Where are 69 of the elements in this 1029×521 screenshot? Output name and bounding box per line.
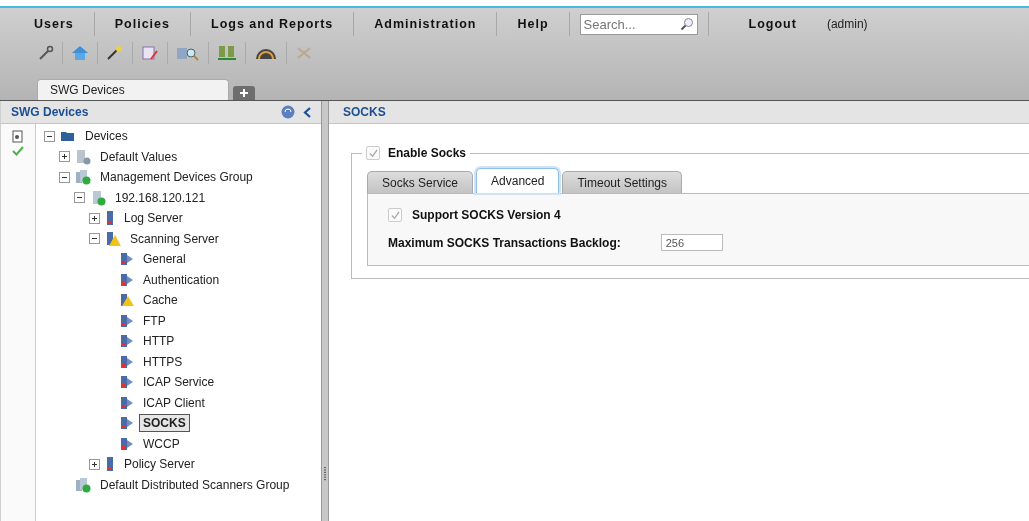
search-field[interactable]: Search... <box>579 13 698 35</box>
tree-item[interactable]: ICAP Service <box>139 373 219 392</box>
module-icon <box>120 416 134 431</box>
panel-title: SWG Devices <box>11 105 90 119</box>
tab[interactable]: Timeout Settings <box>562 171 682 193</box>
module-icon <box>120 395 134 410</box>
menu-item[interactable]: Policies <box>94 12 191 36</box>
module-icon <box>120 334 134 349</box>
tree-item[interactable]: Cache <box>139 291 182 310</box>
checkbox-label: Enable Socks <box>388 146 467 160</box>
document-icon[interactable] <box>12 130 24 143</box>
module-icon <box>120 272 134 287</box>
expand-icon[interactable] <box>59 151 70 163</box>
menu-item[interactable]: Administration <box>354 12 498 36</box>
server-group-ok-icon <box>75 169 91 186</box>
collapse-icon[interactable] <box>89 233 100 245</box>
collapse-icon[interactable] <box>59 171 70 183</box>
collapse-panel-icon[interactable] <box>303 106 311 118</box>
tree-item[interactable]: HTTPS <box>139 352 187 371</box>
tree-item[interactable]: Policy Server <box>120 455 199 474</box>
tree-item[interactable]: Management Devices Group <box>96 168 257 187</box>
tree-item[interactable]: HTTP <box>139 332 179 351</box>
server-icon <box>105 456 115 473</box>
tree-item[interactable]: Default Distributed Scanners Group <box>96 475 294 494</box>
expand-icon[interactable] <box>89 458 100 470</box>
logout-link[interactable]: Logout <box>707 12 817 36</box>
tree-item[interactable]: Authentication <box>139 270 224 289</box>
module-icon <box>120 375 134 390</box>
module-icon <box>120 436 134 451</box>
plus-icon <box>240 89 248 97</box>
tree-item[interactable]: Devices <box>81 127 132 146</box>
tree-item[interactable]: SOCKS <box>139 414 190 433</box>
add-tab-button[interactable] <box>233 86 255 100</box>
checkbox-label: Support SOCKS Version 4 <box>412 208 561 222</box>
server-gear-icon <box>75 148 91 165</box>
tab[interactable]: Socks Service <box>367 171 474 193</box>
tree-item[interactable]: WCCP <box>139 434 184 453</box>
collapse-icon[interactable] <box>44 130 55 142</box>
menu-item[interactable]: Users <box>14 12 95 36</box>
tree-item[interactable]: FTP <box>139 311 170 330</box>
server-ok-icon <box>90 189 106 206</box>
tree-item[interactable]: ICAP Client <box>139 393 209 412</box>
expand-icon[interactable] <box>89 212 100 224</box>
tree-item[interactable]: General <box>139 250 190 269</box>
check-icon <box>12 146 24 156</box>
tab[interactable]: Advanced <box>476 168 560 193</box>
tree-item[interactable]: Scanning Server <box>126 229 223 248</box>
field-label: Maximum SOCKS Transactions Backlog: <box>388 235 621 250</box>
checkbox[interactable] <box>366 146 380 160</box>
tab[interactable]: SWG Devices <box>37 79 229 100</box>
tree-item[interactable]: Default Values <box>96 147 182 166</box>
server-icon <box>105 210 115 227</box>
warning-icon <box>120 293 134 308</box>
module-icon <box>120 354 134 369</box>
menu-item[interactable]: Logs and Reports <box>191 12 355 36</box>
module-icon <box>120 252 134 267</box>
menu-item[interactable]: Help <box>497 12 570 36</box>
search-icon <box>679 16 694 31</box>
warning-icon <box>105 230 121 247</box>
tree-item[interactable]: Log Server <box>120 209 187 228</box>
collapse-icon[interactable] <box>74 192 85 204</box>
refresh-icon[interactable] <box>281 105 295 119</box>
server-group-ok-icon <box>75 476 91 493</box>
module-icon <box>120 313 134 328</box>
tree-item[interactable]: 192.168.120.121 <box>111 188 210 207</box>
checkbox[interactable] <box>388 208 402 222</box>
panel-title: SOCKS <box>343 105 387 119</box>
input-field[interactable]: 256 <box>660 234 723 251</box>
user-name: (admin) <box>826 17 868 31</box>
